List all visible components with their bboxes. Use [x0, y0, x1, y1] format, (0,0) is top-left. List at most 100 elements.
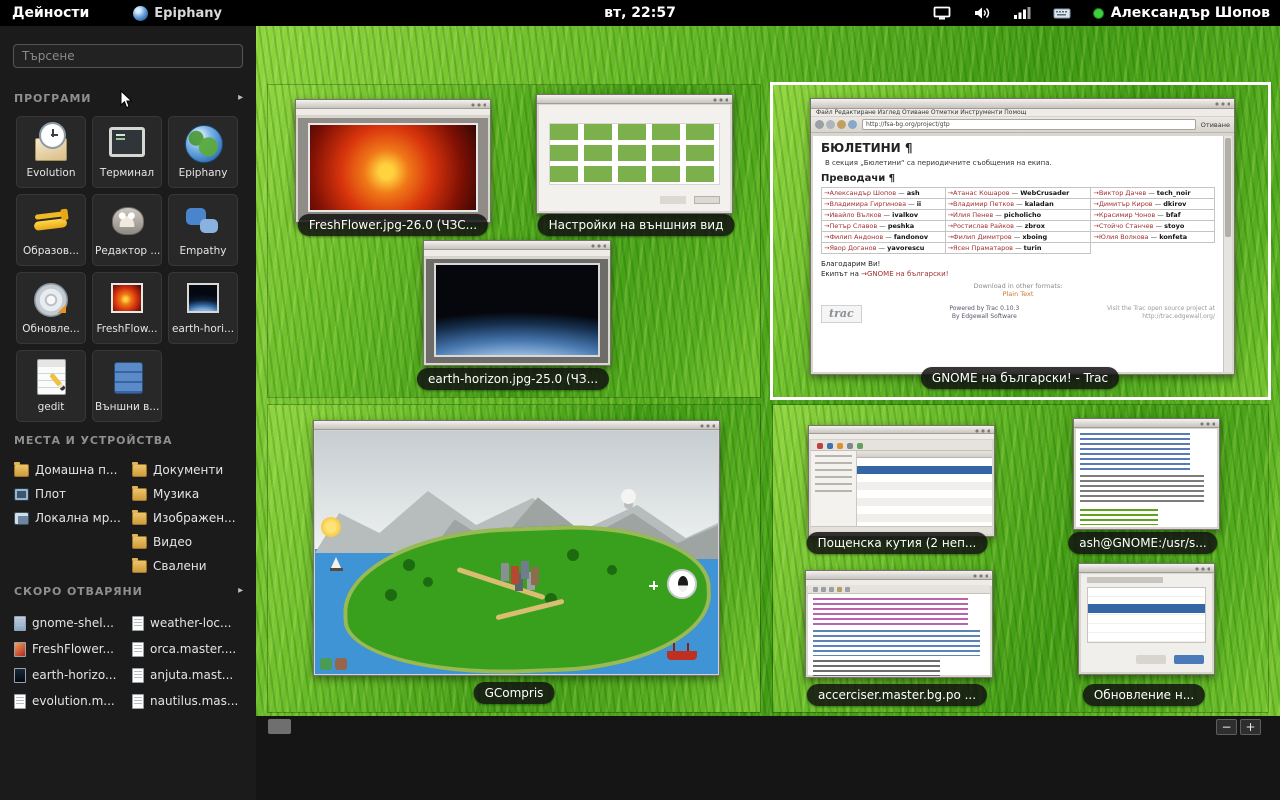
app-menu-label: Epiphany — [154, 6, 222, 21]
search-input[interactable] — [13, 44, 243, 68]
recent-item[interactable]: weather-loc... — [132, 610, 246, 636]
app-tile[interactable]: Образов... — [16, 194, 86, 266]
red-ship — [667, 651, 697, 660]
translator-link: →Ростислав Райков — [948, 222, 1014, 230]
evolution-mail-window[interactable] — [808, 425, 995, 537]
window-label[interactable]: earth-horizon.jpg-25.0 (ЧЗ... — [417, 368, 609, 390]
gedit-text-area — [808, 594, 990, 675]
update-manager-window[interactable] — [1078, 563, 1215, 675]
app-tile[interactable]: FreshFlow... — [92, 272, 162, 344]
recent-item[interactable]: gnome-shel... — [14, 610, 128, 636]
place-item[interactable]: Локална мр... — [14, 506, 128, 530]
workspace-2-active[interactable]: Файл Редактиране Изглед Отиване Отметки … — [773, 85, 1268, 397]
gimp-icon — [104, 198, 150, 244]
app-tile[interactable]: Empathy — [168, 194, 238, 266]
recent-item[interactable]: FreshFlower... — [14, 636, 128, 662]
window-titlebar — [424, 241, 610, 250]
download-link: Plain Text — [821, 290, 1215, 298]
app-tile[interactable]: Evolution — [16, 116, 86, 188]
empathy-icon — [180, 198, 226, 244]
epiphany-browser-window[interactable]: Файл Редактиране Изглед Отиване Отметки … — [810, 98, 1235, 375]
window-label[interactable]: accerciser.master.bg.po ... — [807, 684, 987, 706]
gimp-freshflower-window[interactable] — [295, 99, 491, 223]
app-grid: Evolution Терминал Epiphany Образов... — [16, 116, 244, 422]
place-item[interactable]: Музика — [132, 482, 246, 506]
gimp-earth-window[interactable] — [423, 240, 611, 366]
app-label: earth-hori... — [169, 323, 237, 335]
workspace-1[interactable]: FreshFlower.jpg-26.0 (ЧЗС... Настройки н… — [268, 85, 760, 397]
browser-menubar: Файл Редактиране Изглед Отиване Отметки … — [811, 109, 1234, 117]
window-label[interactable]: Настройки на външния вид — [538, 214, 735, 236]
powered-by-text: Powered by Trac 0.10.3By Edgewall Softwa… — [870, 305, 1099, 321]
network-icon — [14, 512, 29, 525]
recent-item[interactable]: anjuta.mast... — [132, 662, 246, 688]
app-tile[interactable]: earth-hori... — [168, 272, 238, 344]
window-label[interactable]: Пощенска кутия (2 неп... — [807, 532, 988, 554]
gcompris-icon — [28, 198, 74, 244]
folder-video-icon — [132, 536, 147, 549]
workspace-3[interactable]: GCompris — [268, 405, 760, 712]
place-item[interactable]: Документи — [132, 458, 246, 482]
place-item[interactable]: Домашна п... — [14, 458, 128, 482]
window-label[interactable]: FreshFlower.jpg-26.0 (ЧЗС... — [298, 214, 488, 236]
display-icon[interactable] — [933, 6, 951, 21]
add-workspace-button[interactable]: + — [1240, 719, 1261, 735]
network-signal-icon[interactable] — [1013, 6, 1031, 20]
update-buttons — [1174, 655, 1204, 664]
places-list: Домашна п... Плот Локална мр... — [14, 458, 246, 578]
translator-cell: →Виктор Дачев — tech_noir — [1091, 188, 1215, 199]
volume-icon[interactable] — [973, 6, 991, 20]
app-label: Образов... — [17, 245, 85, 257]
place-label: Свалени — [153, 559, 207, 573]
app-tile[interactable]: Epiphany — [168, 116, 238, 188]
terminal-window[interactable] — [1073, 418, 1220, 530]
desktop-icon — [14, 488, 29, 501]
app-menu-button[interactable]: Epiphany — [133, 6, 222, 21]
window-titlebar — [537, 95, 732, 104]
gedit-window[interactable] — [805, 570, 993, 678]
gcompris-scene — [315, 431, 718, 674]
translator-cell: →Александър Шопов — ash — [822, 188, 946, 199]
app-tile[interactable]: Обновле... — [16, 272, 86, 344]
gcompris-window[interactable] — [313, 420, 720, 676]
recent-expand-arrow-icon[interactable]: ▸ — [238, 585, 244, 596]
user-menu-button[interactable]: Александър Шопов — [1093, 5, 1270, 21]
place-item[interactable]: Видео — [132, 530, 246, 554]
window-label[interactable]: ash@GNOME:/usr/s... — [1068, 532, 1217, 554]
recent-label: earth-horizo... — [32, 668, 116, 682]
app-tile[interactable]: Терминал — [92, 116, 162, 188]
remove-workspace-button[interactable]: − — [1216, 719, 1237, 735]
recent-item[interactable]: earth-horizo... — [14, 662, 128, 688]
app-label: Терминал — [93, 167, 161, 179]
recent-item[interactable]: orca.master.... — [132, 636, 246, 662]
window-label[interactable]: GNOME на български! - Trac — [921, 367, 1119, 389]
image-earth-icon — [180, 276, 226, 322]
place-label: Документи — [153, 463, 223, 477]
folder-music-icon — [132, 488, 147, 501]
place-item[interactable]: Свалени — [132, 554, 246, 578]
city-buildings — [501, 563, 509, 581]
app-tile[interactable]: Редактор ... — [92, 194, 162, 266]
translator-nick: ivalkov — [892, 211, 918, 219]
clock-button[interactable]: вт, 22:57 — [604, 5, 676, 21]
app-tile[interactable]: gedit — [16, 350, 86, 422]
workspace-4[interactable]: Пощенска кутия (2 неп... ash@GNOME:/usr/… — [773, 405, 1268, 712]
thanks-text: Благодарим Ви! — [821, 260, 1215, 268]
app-tile[interactable]: Външни в... — [92, 350, 162, 422]
file-image-red-icon — [14, 642, 26, 657]
keyboard-icon[interactable] — [1053, 6, 1071, 20]
recent-item[interactable]: evolution.m... — [14, 688, 128, 714]
window-label[interactable]: GCompris — [474, 682, 555, 704]
activities-button[interactable]: Дейности — [0, 0, 101, 26]
selected-update-row — [1088, 604, 1205, 613]
terminal-icon — [104, 120, 150, 166]
place-item[interactable]: Плот — [14, 482, 128, 506]
recent-item[interactable]: nautilus.mas... — [132, 688, 246, 714]
selected-mail-row — [857, 466, 992, 474]
window-label[interactable]: Обновление н... — [1083, 684, 1205, 706]
programs-expand-arrow-icon[interactable]: ▸ — [238, 92, 244, 103]
place-item[interactable]: Изображен... — [132, 506, 246, 530]
appearance-settings-window[interactable] — [536, 94, 733, 214]
workspace-switcher-indicator[interactable] — [268, 719, 291, 734]
snowflake-icon — [649, 581, 658, 590]
